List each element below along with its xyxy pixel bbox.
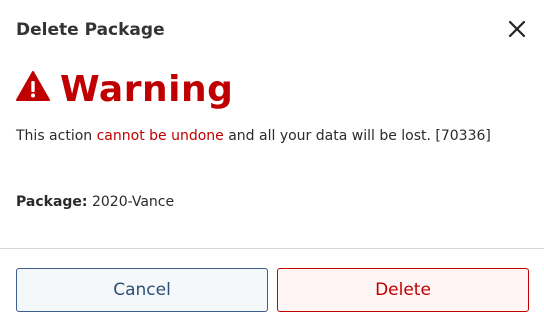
cancel-button[interactable]: Cancel <box>16 268 268 312</box>
warning-message: This action cannot be undone and all you… <box>16 128 491 144</box>
package-label: Package: <box>16 194 88 210</box>
footer-divider <box>0 248 544 249</box>
message-prefix: This action <box>16 128 97 144</box>
message-suffix: and all your data will be lost. [70336] <box>223 128 491 144</box>
warning-heading: Warning <box>60 68 234 110</box>
dialog-title: Delete Package <box>16 20 165 40</box>
dialog-header: Delete Package <box>16 14 528 46</box>
warning-banner: Warning <box>16 66 233 112</box>
close-icon <box>508 20 526 38</box>
delete-button[interactable]: Delete <box>277 268 529 312</box>
delete-package-dialog: Delete Package Warning This action canno… <box>0 0 544 329</box>
package-info: Package: 2020-Vance <box>16 194 174 210</box>
package-value: 2020-Vance <box>91 194 175 210</box>
close-button[interactable] <box>504 16 530 42</box>
message-emphasis: cannot be undone <box>96 128 224 144</box>
warning-triangle-icon <box>16 71 50 101</box>
